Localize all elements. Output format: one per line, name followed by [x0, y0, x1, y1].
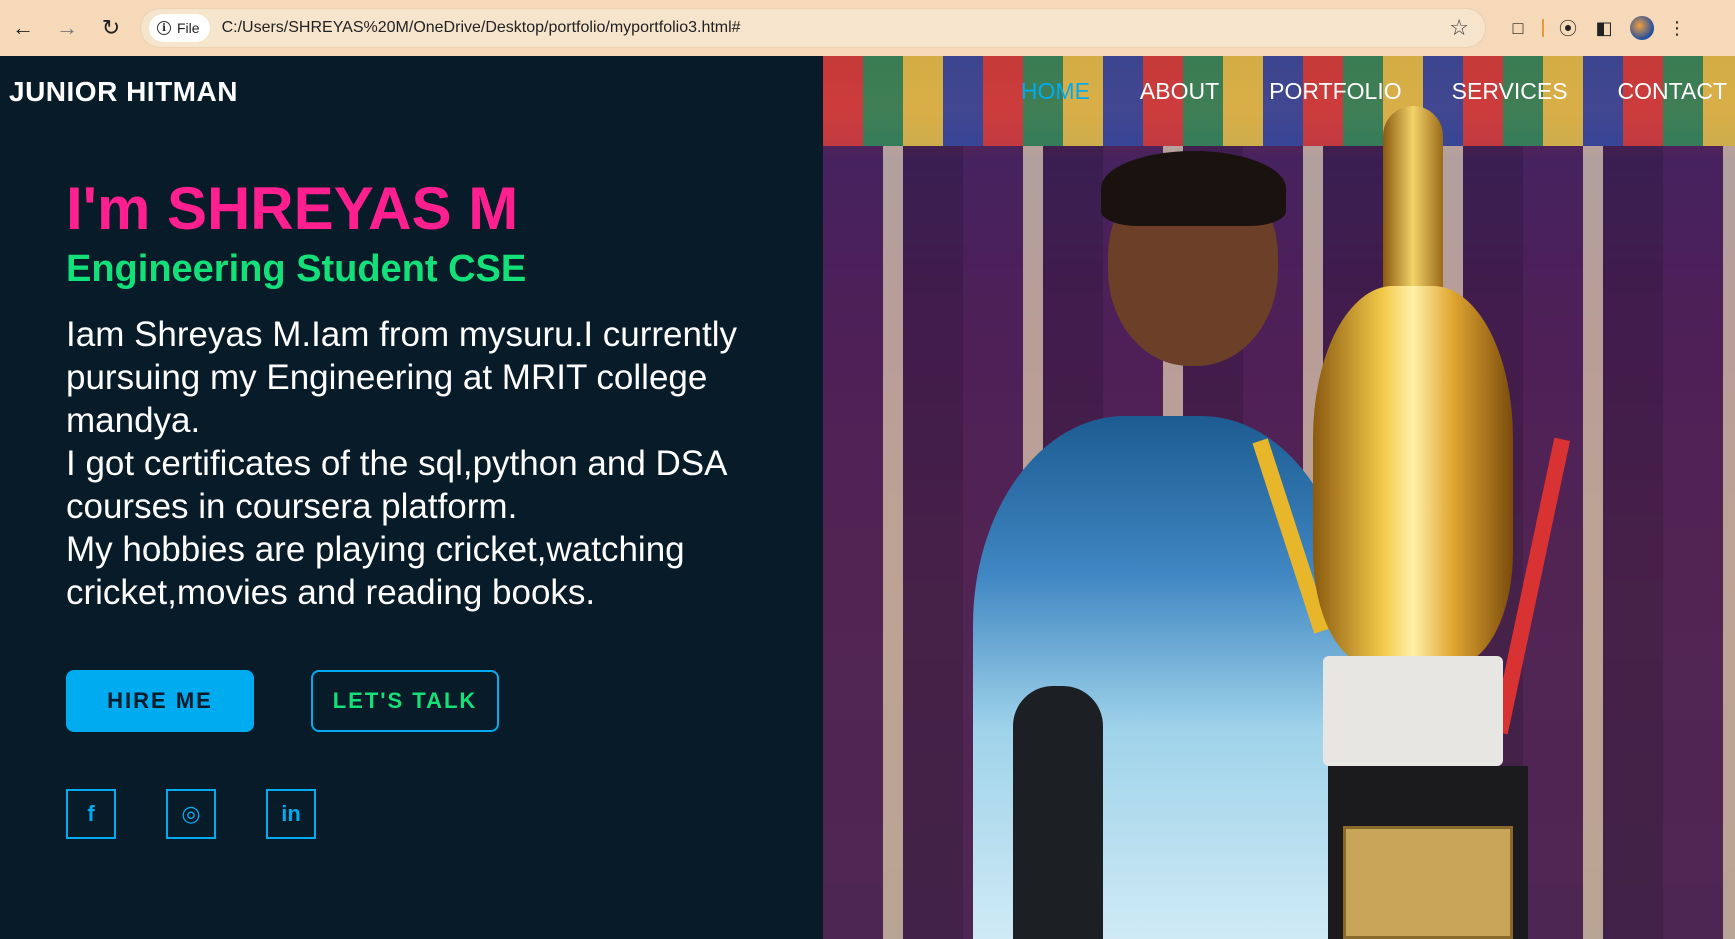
forward-icon[interactable]: →: [52, 13, 82, 43]
instagram-icon[interactable]: ◎: [166, 789, 216, 839]
site-logo[interactable]: JUNIOR HITMAN: [9, 76, 238, 108]
browser-toolbar: ← → ↻ i File C:/Users/SHREYAS%20M/OneDri…: [0, 0, 1735, 56]
photo-trophy-cup: [1313, 286, 1513, 666]
info-icon: i: [157, 21, 171, 35]
toolbar-divider: [1542, 19, 1544, 37]
url-text[interactable]: C:/Users/SHREYAS%20M/OneDrive/Desktop/po…: [222, 19, 1450, 37]
lets-talk-button[interactable]: LET'S TALK: [311, 670, 499, 732]
linkedin-icon[interactable]: in: [266, 789, 316, 839]
nav-about[interactable]: ABOUT: [1140, 78, 1219, 105]
main-nav: HOME ABOUT PORTFOLIO SERVICES CONTACT: [971, 78, 1727, 105]
performance-icon[interactable]: ⦿: [1550, 13, 1586, 43]
menu-icon[interactable]: ⋮: [1668, 18, 1686, 39]
address-bar[interactable]: i File C:/Users/SHREYAS%20M/OneDrive/Des…: [140, 8, 1486, 48]
hire-me-button[interactable]: HIRE ME: [66, 670, 254, 732]
hero-content: I'm SHREYAS M Engineering Student CSE Ia…: [66, 173, 801, 614]
photo-hair: [1101, 151, 1286, 226]
hero-subtitle: Engineering Student CSE: [66, 248, 527, 290]
nav-contact[interactable]: CONTACT: [1618, 78, 1727, 105]
star-icon[interactable]: ☆: [1449, 15, 1469, 41]
photo-arm: [1013, 686, 1103, 939]
bio-line: Iam Shreyas M.Iam from mysuru.I currentl…: [66, 315, 737, 440]
photo-trophy-base: [1323, 656, 1503, 766]
reload-icon[interactable]: ↻: [96, 13, 126, 43]
extensions-icon[interactable]: □: [1500, 13, 1536, 43]
facebook-icon[interactable]: f: [66, 789, 116, 839]
site-chip-label: File: [177, 20, 200, 36]
site-info-chip[interactable]: i File: [149, 14, 210, 42]
hero-title: I'm SHREYAS M: [66, 175, 519, 242]
nav-home[interactable]: HOME: [1021, 78, 1090, 105]
profile-icon[interactable]: [1630, 16, 1654, 40]
portfolio-page: JUNIOR HITMAN HOME ABOUT PORTFOLIO SERVI…: [0, 56, 1735, 939]
nav-portfolio[interactable]: PORTFOLIO: [1269, 78, 1402, 105]
photo-trophy-top: [1383, 106, 1443, 296]
nav-services[interactable]: SERVICES: [1452, 78, 1568, 105]
bio-line: My hobbies are playing cricket,watching …: [66, 530, 685, 612]
back-icon[interactable]: ←: [8, 13, 38, 43]
bio-line: I got certificates of the sql,python and…: [66, 444, 726, 526]
photo-plaque: [1343, 826, 1513, 939]
hero-photo: [823, 56, 1735, 939]
social-links: f ◎ in: [66, 789, 316, 839]
sidebar-icon[interactable]: ◧: [1586, 13, 1622, 43]
hero-buttons: HIRE ME LET'S TALK: [66, 670, 499, 732]
hero-bio: Iam Shreyas M.Iam from mysuru.I currentl…: [66, 313, 801, 614]
